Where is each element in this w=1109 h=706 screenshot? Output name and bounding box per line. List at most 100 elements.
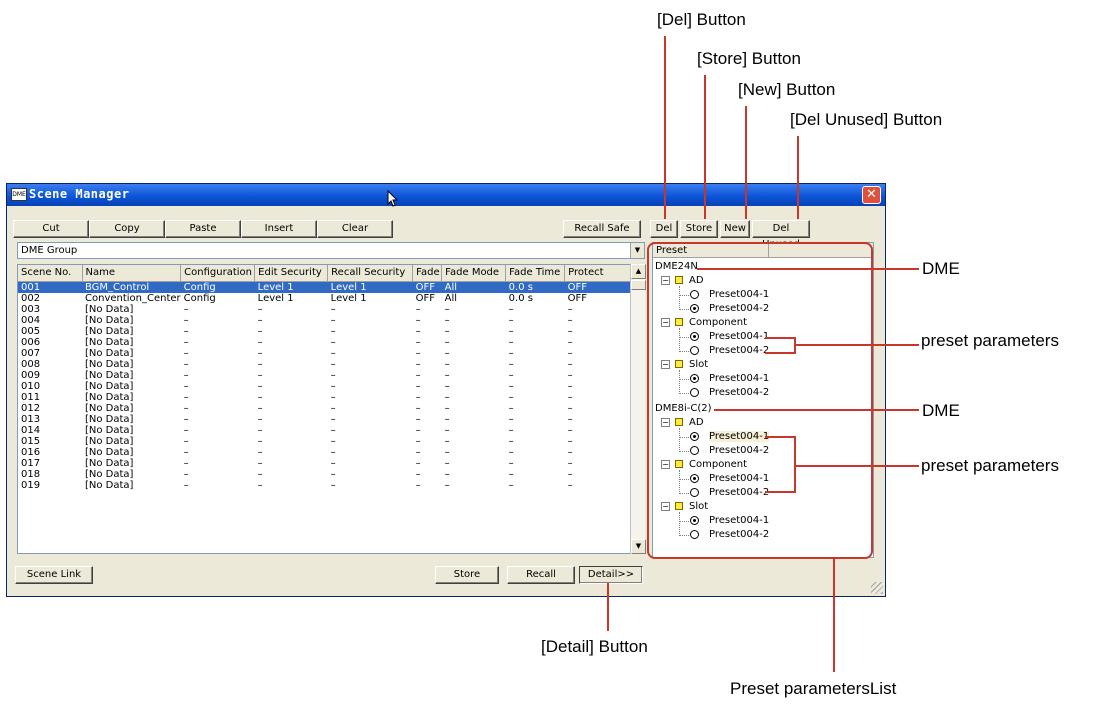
table-cell: – (415, 380, 421, 392)
table-cell: – (415, 424, 421, 436)
table-cell: – (567, 468, 573, 480)
leader-line-new (745, 106, 747, 219)
table-row[interactable]: 004 [No Data] – – – – – – – (18, 315, 640, 326)
column-header[interactable]: Scene No. (18, 265, 83, 282)
table-row[interactable]: 014 [No Data] – – – – – – – (18, 425, 640, 436)
scene-table[interactable]: Scene No. Name Configuration Edit Securi… (17, 264, 645, 554)
table-cell: – (257, 413, 263, 425)
table-row[interactable]: 003 [No Data] – – – – – – – (18, 304, 640, 315)
clear-button[interactable]: Clear (317, 220, 393, 238)
column-header[interactable]: Configuration (180, 265, 256, 282)
table-row[interactable]: 016 [No Data] – – – – – – – (18, 447, 640, 458)
table-row[interactable]: 015 [No Data] – – – – – – – (18, 436, 640, 447)
table-cell: – (257, 314, 263, 326)
table-cell: – (508, 391, 514, 403)
close-icon[interactable]: ✕ (862, 186, 881, 204)
table-row[interactable]: 017 [No Data] – – – – – – – (18, 458, 640, 469)
table-row[interactable]: 002 Convention_Center Config Level 1 Level 1… (18, 293, 640, 304)
table-cell: Config (180, 281, 255, 293)
column-header[interactable]: Recall Security (327, 265, 414, 282)
callout-del-unused: [Del Unused] Button (790, 110, 943, 129)
table-cell: – (508, 369, 514, 381)
scroll-thumb[interactable] (631, 280, 646, 290)
table-cell: 008 (21, 358, 41, 370)
scroll-down-icon[interactable]: ▼ (631, 539, 646, 554)
table-cell: 005 (21, 325, 41, 337)
table-cell: 0.0 s (508, 292, 533, 304)
table-row[interactable]: 009 [No Data] – – – – – – – (18, 370, 640, 381)
copy-button[interactable]: Copy (89, 220, 165, 238)
table-cell: – (444, 347, 450, 359)
table-cell: – (330, 391, 336, 403)
store-preset-button[interactable]: Store (680, 220, 718, 238)
column-header[interactable]: Protect (564, 265, 641, 282)
table-cell: – (508, 380, 514, 392)
chevron-down-icon[interactable]: ▼ (630, 243, 644, 258)
table-cell: [No Data] (85, 446, 134, 458)
table-row[interactable]: 005 [No Data] – – – – – – – (18, 326, 640, 337)
table-cell: – (567, 457, 573, 469)
table-cell: – (257, 347, 263, 359)
table-row[interactable]: 012 [No Data] – – – – – – – (18, 403, 640, 414)
paste-button[interactable]: Paste (165, 220, 241, 238)
del-button[interactable]: Del (650, 220, 678, 238)
table-row[interactable]: 011 [No Data] – – – – – – – (18, 392, 640, 403)
recall-button[interactable]: Recall (507, 566, 575, 584)
bracket-1-top (765, 337, 795, 339)
scene-link-button[interactable]: Scene Link (15, 566, 93, 584)
column-header[interactable]: Fade (412, 265, 443, 282)
table-cell: – (330, 413, 336, 425)
table-cell: 002 (21, 292, 41, 304)
table-cell: – (567, 325, 573, 337)
table-cell: 0.0 s (505, 281, 565, 293)
recall-safe-button[interactable]: Recall Safe (563, 220, 641, 238)
table-cell: – (567, 358, 573, 370)
column-header[interactable]: Name (82, 265, 182, 282)
table-cell: – (444, 336, 450, 348)
table-row[interactable]: 013 [No Data] – – – – – – – (18, 414, 640, 425)
table-cell: – (330, 347, 336, 359)
table-row[interactable]: 001 BGM_Control Config Level 1 Level 1 OFF All… (18, 281, 640, 293)
table-cell: – (567, 435, 573, 447)
table-cell: – (444, 424, 450, 436)
dme-group-select[interactable]: DME Group ▼ (17, 242, 645, 259)
callout-store: [Store] Button (697, 49, 801, 68)
table-cell: – (183, 446, 189, 458)
table-cell: – (257, 435, 263, 447)
table-cell: – (444, 391, 450, 403)
table-cell: – (257, 479, 263, 491)
resize-grip-icon[interactable] (871, 582, 883, 594)
table-cell: – (257, 457, 263, 469)
table-row[interactable]: 007 [No Data] – – – – – – – (18, 348, 640, 359)
column-header[interactable]: Fade Mode (441, 265, 507, 282)
table-cell: – (444, 413, 450, 425)
column-header[interactable]: Fade Time (505, 265, 566, 282)
table-row[interactable]: 019 [No Data] – – – – – – – (18, 480, 640, 491)
column-header[interactable]: Edit Security (254, 265, 329, 282)
leader-line-dme-2 (714, 409, 919, 411)
detail-button[interactable]: Detail>> (579, 566, 643, 584)
table-cell: – (415, 435, 421, 447)
table-row[interactable]: 018 [No Data] – – – – – – – (18, 469, 640, 480)
table-cell: – (330, 402, 336, 414)
scroll-up-icon[interactable]: ▲ (631, 264, 646, 279)
table-cell: All (441, 281, 506, 293)
table-cell: – (330, 314, 336, 326)
table-cell: – (183, 479, 189, 491)
new-button[interactable]: New (720, 220, 750, 238)
cut-button[interactable]: Cut (13, 220, 89, 238)
leader-line-params-1 (794, 344, 919, 346)
store-button[interactable]: Store (435, 566, 499, 584)
del-unused-button[interactable]: Del Unused (752, 220, 810, 250)
callout-preset-list: Preset parametersList (730, 679, 897, 698)
table-cell: [No Data] (85, 391, 134, 403)
leader-line-detail (607, 583, 609, 631)
table-row[interactable]: 008 [No Data] – – – – – – – (18, 359, 640, 370)
title-bar[interactable]: DME Scene Manager ✕ (7, 184, 885, 207)
table-row[interactable]: 006 [No Data] – – – – – – – (18, 337, 640, 348)
insert-button[interactable]: Insert (241, 220, 317, 238)
table-cell: – (567, 479, 573, 491)
table-cell: – (415, 358, 421, 370)
table-scrollbar[interactable]: ▲ ▼ (630, 264, 646, 554)
table-row[interactable]: 010 [No Data] – – – – – – – (18, 381, 640, 392)
